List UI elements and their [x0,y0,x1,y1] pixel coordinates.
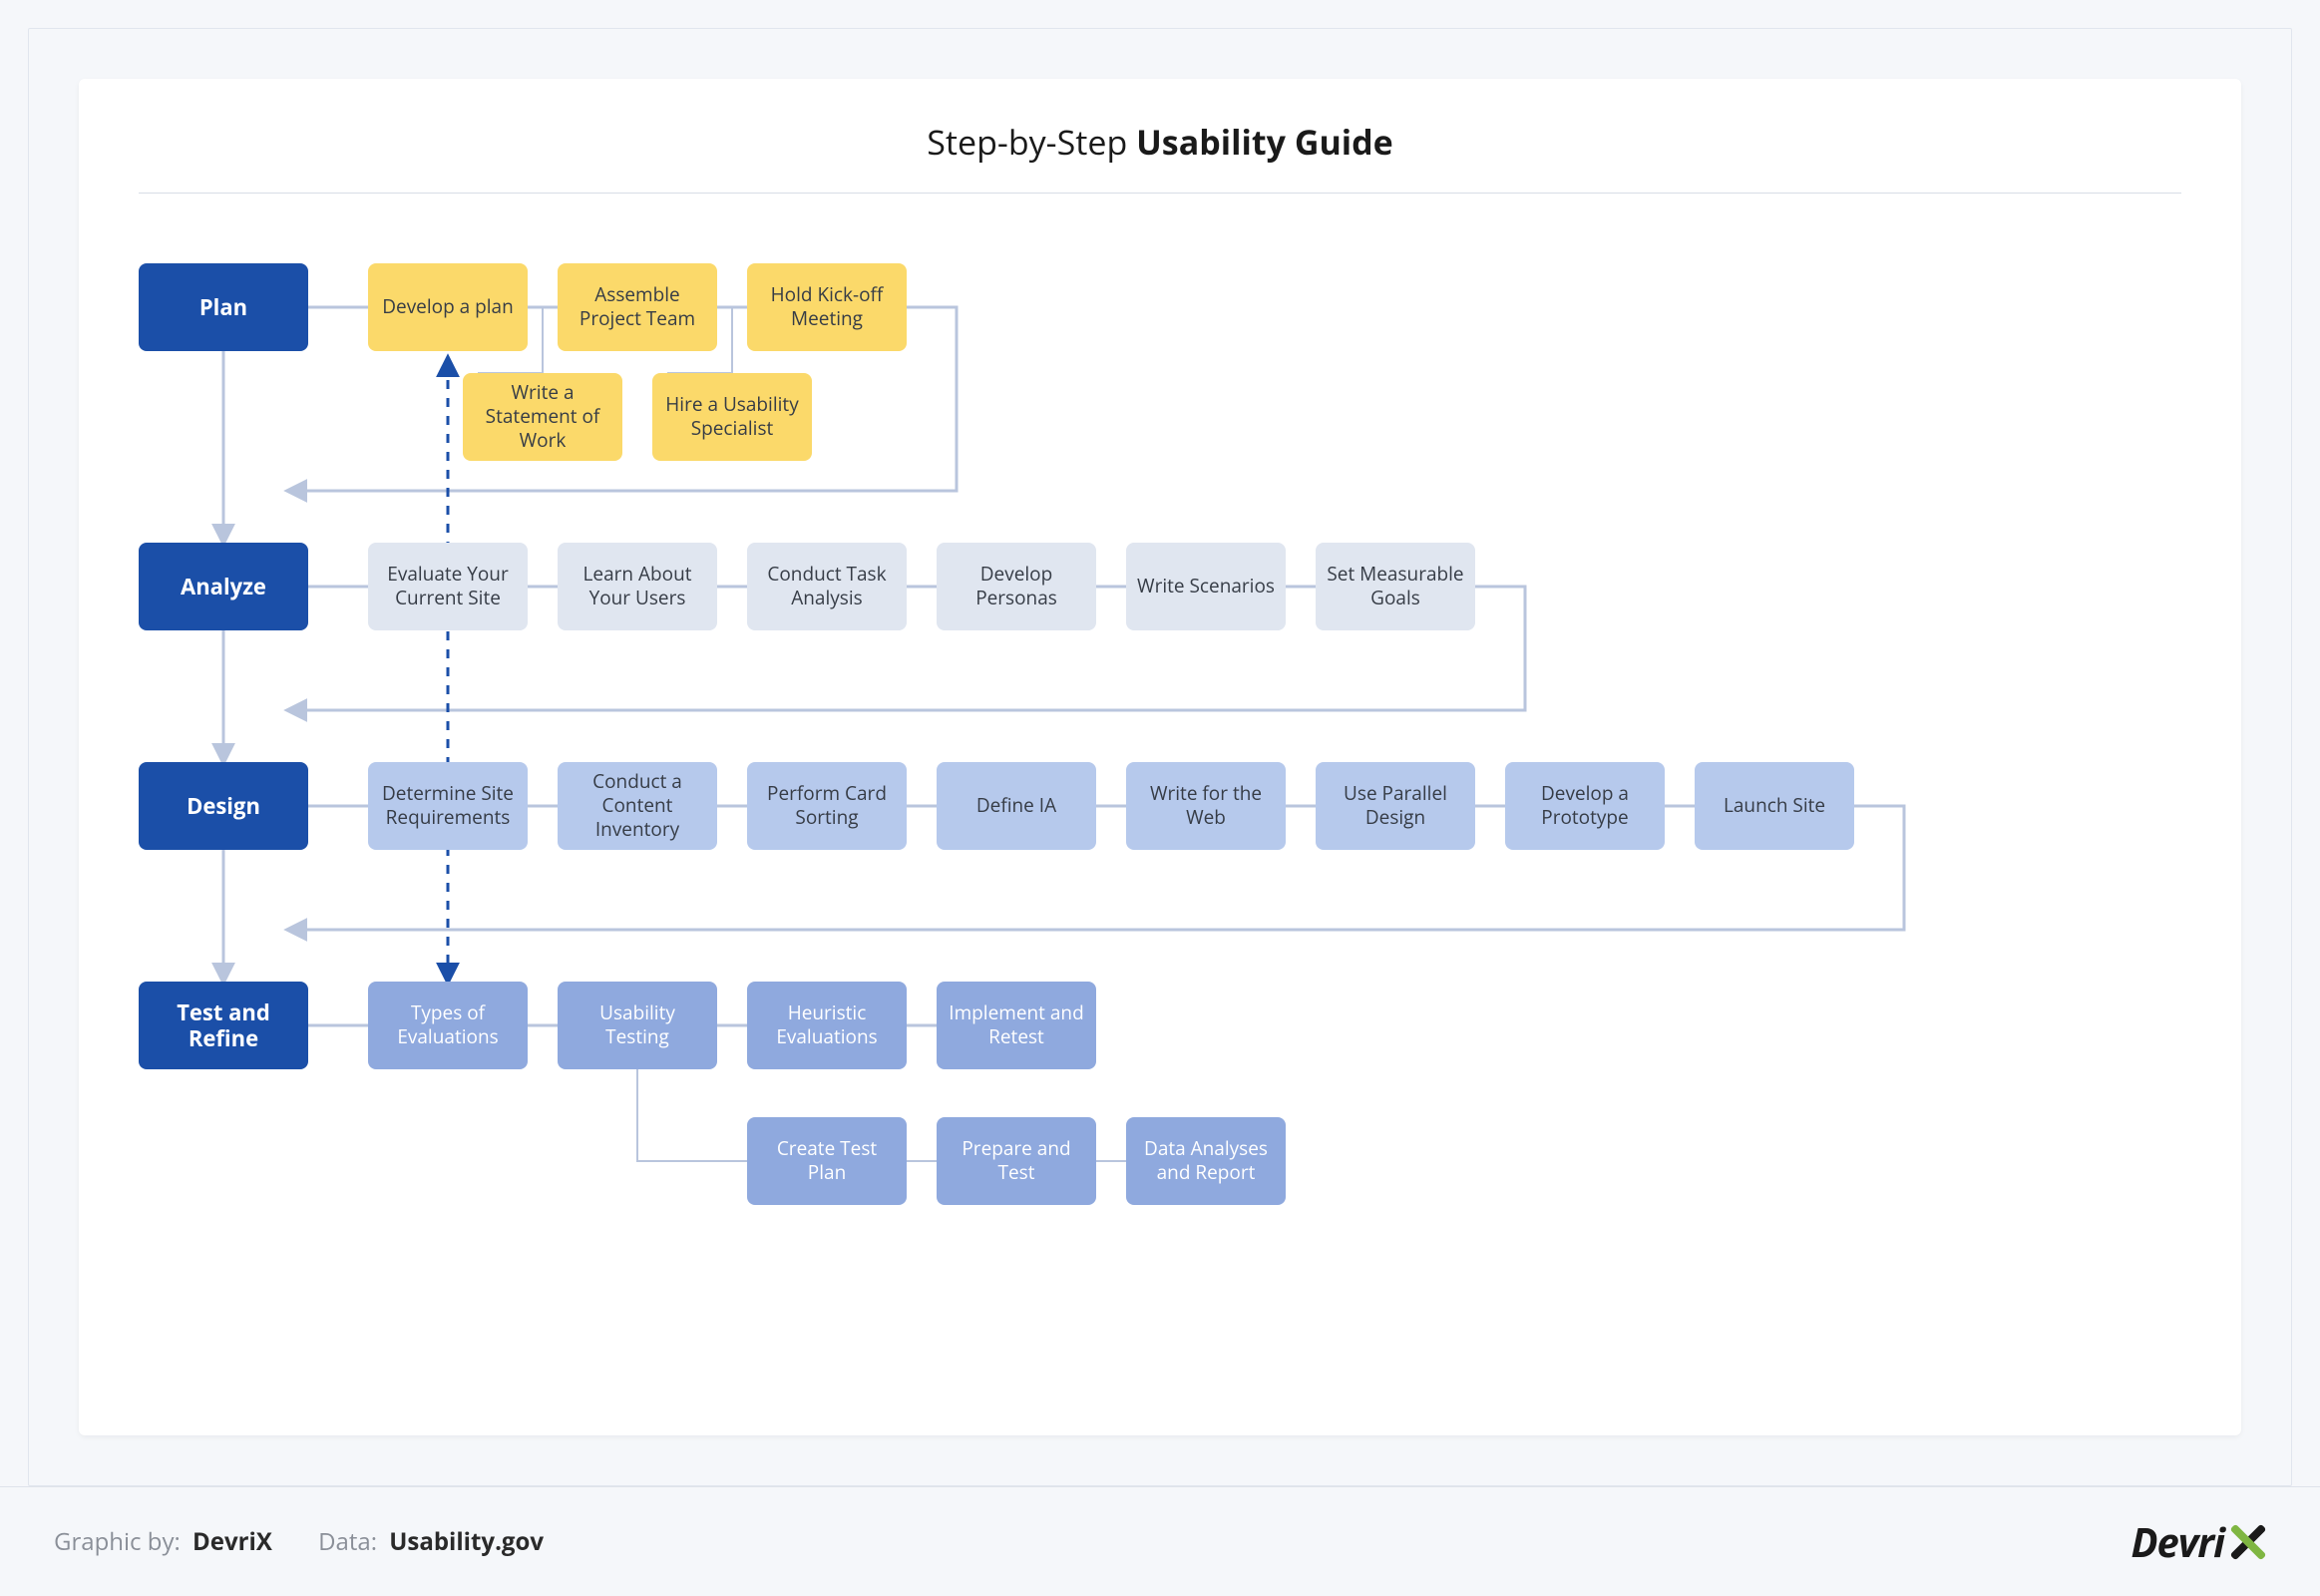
logo-x-icon [2226,1522,2266,1562]
node-card-sorting: Perform Card Sorting [747,762,907,850]
footer-credits: Graphic by: DevriX Data: Usability.gov [54,1525,583,1558]
node-parallel-design: Use Parallel Design [1316,762,1475,850]
node-label: Hold Kick-off Meeting [757,283,897,331]
node-label: Conduct a Content Inventory [568,770,707,841]
node-label: Learn About Your Users [568,563,707,610]
node-label: Determine Site Requirements [378,782,518,830]
phase-plan: Plan [139,263,308,351]
graphic-by-label: Graphic by: [54,1525,181,1558]
devrix-logo: Devri [2130,1514,2266,1569]
node-assemble-team: Assemble Project Team [558,263,717,351]
node-evaluate-site: Evaluate Your Current Site [368,543,528,630]
node-label: Perform Card Sorting [757,782,897,830]
node-task-analysis: Conduct Task Analysis [747,543,907,630]
node-write-web: Write for the Web [1126,762,1286,850]
node-define-ia: Define IA [937,762,1096,850]
node-label: Assemble Project Team [568,283,707,331]
node-hire-specialist: Hire a Usability Specialist [652,373,812,461]
node-label: Heuristic Evaluations [757,1001,897,1049]
phase-test: Test and Refine [139,982,308,1069]
phase-analyze-label: Analyze [181,574,266,599]
page-title: Step-by-Step Usability Guide [139,119,2181,193]
phase-test-label: Test and Refine [149,999,298,1052]
node-personas: Develop Personas [937,543,1096,630]
node-site-requirements: Determine Site Requirements [368,762,528,850]
node-label: Create Test Plan [757,1137,897,1185]
node-label: Set Measurable Goals [1326,563,1465,610]
node-label: Launch Site [1724,794,1825,818]
node-prototype: Develop a Prototype [1505,762,1665,850]
flow-diagram: Plan Analyze Design Test and Refine Deve… [139,213,2181,1331]
node-statement-of-work: Write a Statement of Work [463,373,622,461]
footer: Graphic by: DevriX Data: Usability.gov D… [0,1486,2320,1596]
node-launch-site: Launch Site [1695,762,1854,850]
graphic-by-value: DevriX [193,1525,272,1558]
node-heuristic-eval: Heuristic Evaluations [747,982,907,1069]
phase-design-label: Design [187,793,260,819]
node-learn-users: Learn About Your Users [558,543,717,630]
node-label: Evaluate Your Current Site [378,563,518,610]
diagram-card: Step-by-Step Usability Guide [79,79,2241,1435]
node-content-inventory: Conduct a Content Inventory [558,762,717,850]
node-types-evaluations: Types of Evaluations [368,982,528,1069]
logo-text: Devri [2130,1514,2224,1569]
node-label: Hire a Usability Specialist [662,393,802,441]
data-source-label: Data: [318,1525,377,1558]
node-prepare-test: Prepare and Test [937,1117,1096,1205]
title-bold: Usability Guide [1136,119,1393,165]
node-label: Types of Evaluations [378,1001,518,1049]
node-label: Develop a plan [382,295,514,319]
node-label: Conduct Task Analysis [757,563,897,610]
title-prefix: Step-by-Step [927,119,1136,165]
node-label: Define IA [976,794,1056,818]
data-source-value: Usability.gov [389,1525,544,1558]
node-data-report: Data Analyses and Report [1126,1117,1286,1205]
phase-design: Design [139,762,308,850]
phase-analyze: Analyze [139,543,308,630]
node-scenarios: Write Scenarios [1126,543,1286,630]
node-label: Write for the Web [1136,782,1276,830]
node-measurable-goals: Set Measurable Goals [1316,543,1475,630]
title-divider [139,193,2181,194]
phase-plan-label: Plan [199,294,247,320]
node-label: Prepare and Test [947,1137,1086,1185]
page-frame: Step-by-Step Usability Guide [28,28,2292,1486]
node-usability-testing: Usability Testing [558,982,717,1069]
node-label: Use Parallel Design [1326,782,1465,830]
node-label: Data Analyses and Report [1136,1137,1276,1185]
node-label: Implement and Retest [947,1001,1086,1049]
node-develop-plan: Develop a plan [368,263,528,351]
node-label: Develop a Prototype [1515,782,1655,830]
node-label: Develop Personas [947,563,1086,610]
node-implement-retest: Implement and Retest [937,982,1096,1069]
node-test-plan: Create Test Plan [747,1117,907,1205]
node-label: Usability Testing [568,1001,707,1049]
node-label: Write Scenarios [1137,575,1275,598]
node-label: Write a Statement of Work [473,381,612,452]
node-kickoff-meeting: Hold Kick-off Meeting [747,263,907,351]
